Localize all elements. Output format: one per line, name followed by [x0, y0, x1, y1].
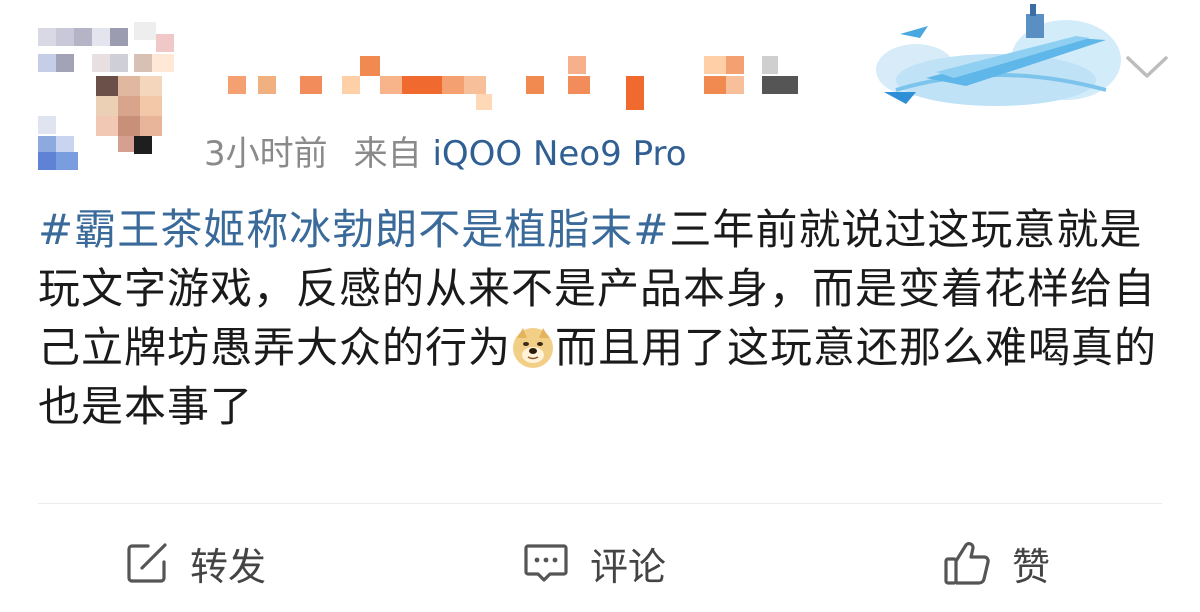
hashtag-link[interactable]: #霸王茶姬称冰勃朗不是植脂末#: [38, 205, 669, 254]
doge-emoji-icon: [513, 328, 554, 368]
thumbs-up-icon: [944, 542, 990, 585]
post-body: #霸王茶姬称冰勃朗不是植脂末#三年前就说过这玩意就是玩文字游戏，反感的从来不是产…: [38, 200, 1158, 436]
like-button[interactable]: 赞: [942, 520, 1050, 606]
action-bar: 转发 评论 赞: [0, 520, 1200, 606]
source-prefix: 来自: [353, 134, 422, 174]
post-meta: 3小时前 来自 iQOO Neo9 Pro: [204, 126, 687, 175]
comment-label: 评论: [590, 544, 667, 589]
carrier-decoration-icon: [876, 4, 1121, 106]
comment-icon: [524, 544, 568, 582]
repost-icon: [127, 543, 167, 583]
post-timestamp: 3小时前: [204, 134, 328, 174]
like-label: 赞: [1012, 544, 1051, 589]
device-source-link[interactable]: iQOO Neo9 Pro: [432, 134, 686, 174]
chevron-down-icon[interactable]: [1124, 52, 1170, 82]
repost-label: 转发: [190, 544, 267, 589]
repost-button[interactable]: 转发: [124, 520, 266, 606]
divider: [38, 503, 1162, 504]
comment-button[interactable]: 评论: [522, 520, 666, 606]
username[interactable]: [228, 56, 808, 116]
avatar[interactable]: [38, 18, 174, 170]
